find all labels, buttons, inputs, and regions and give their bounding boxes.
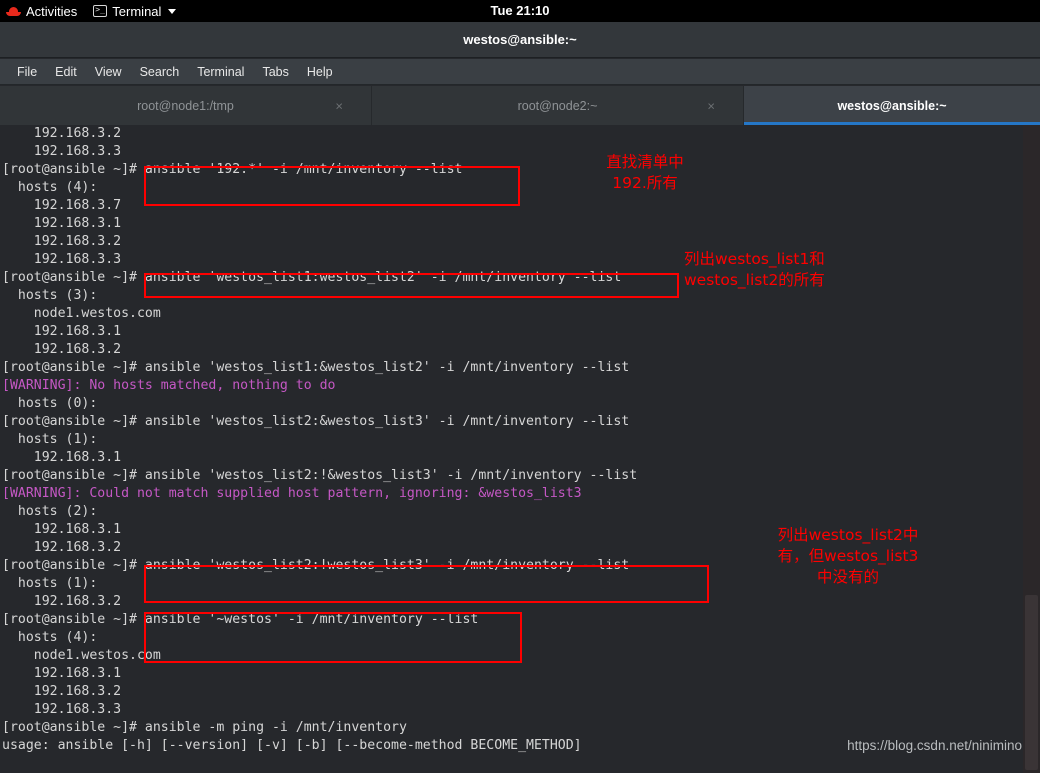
app-menu-terminal[interactable]: Terminal <box>85 0 184 22</box>
terminal-line: hosts (3): <box>2 288 98 303</box>
app-menu-label: Terminal <box>112 3 162 19</box>
menu-item-search[interactable]: Search <box>131 63 189 81</box>
terminal-line: [root@ansible ~]# ansible 'westos_list1:… <box>2 360 630 375</box>
activities-button[interactable]: Activities <box>0 0 85 22</box>
terminal-line: 192.168.3.2 <box>2 342 122 357</box>
close-icon[interactable]: × <box>335 99 343 112</box>
terminal-line: hosts (1): <box>2 432 98 447</box>
terminal-line: node1.westos.com <box>2 306 161 321</box>
note-list1-list2: 列出westos_list1和 westos_list2的所有 <box>684 250 825 289</box>
window-title: westos@ansible:~ <box>463 32 577 47</box>
menu-item-view[interactable]: View <box>86 63 131 81</box>
terminal-line: 192.168.3.2 <box>2 594 122 609</box>
terminal-line: [root@ansible ~]# ansible '~westos' -i /… <box>2 612 479 627</box>
terminal-line: 192.168.3.2 <box>2 126 122 141</box>
menu-item-file[interactable]: File <box>8 63 46 81</box>
chevron-down-icon <box>168 8 177 14</box>
terminal-line: 192.168.3.1 <box>2 450 122 465</box>
terminal-icon <box>93 4 108 17</box>
terminal-output: 192.168.3.2 192.168.3.3 [root@ansible ~]#… <box>0 125 637 755</box>
activities-label: Activities <box>26 3 78 19</box>
menu-item-terminal[interactable]: Terminal <box>188 63 253 81</box>
terminal-line: 192.168.3.7 <box>2 198 122 213</box>
terminal-line: hosts (4): <box>2 630 98 645</box>
terminal-line: hosts (2): <box>2 504 98 519</box>
terminal-line: 192.168.3.2 <box>2 234 122 249</box>
watermark: https://blog.csdn.net/ninimino <box>847 738 1022 753</box>
terminal-line: 192.168.3.1 <box>2 324 122 339</box>
terminal-line: [root@ansible ~]# ansible 'westos_list1:… <box>2 270 622 285</box>
close-icon[interactable]: × <box>707 99 715 112</box>
terminal-line: usage: ansible [-h] [--version] [-v] [-b… <box>2 738 582 753</box>
note-list2-not-list3: 列出westos_list2中 有，但westos_list3 中没有的 <box>777 526 919 586</box>
gnome-top-bar: Activities Terminal Tue 21:10 <box>0 0 1040 22</box>
terminal-line: [root@ansible ~]# ansible 'westos_list2:… <box>2 414 630 429</box>
terminal-line: [WARNING]: Could not match supplied host… <box>2 486 582 501</box>
terminal-line: hosts (1): <box>2 576 98 591</box>
tab-label: root@node2:~ <box>517 98 598 113</box>
tab-bar: root@node1:/tmp × root@node2:~ × westos@… <box>0 86 1040 125</box>
terminal-line: 192.168.3.1 <box>2 216 122 231</box>
terminal-line: 192.168.3.1 <box>2 522 122 537</box>
terminal-body[interactable]: 192.168.3.2 192.168.3.3 [root@ansible ~]#… <box>0 125 1040 773</box>
window-titlebar[interactable]: westos@ansible:~ <box>0 22 1040 58</box>
terminal-line: [root@ansible ~]# ansible 'westos_list2:… <box>2 468 638 483</box>
tab-root-node1[interactable]: root@node1:/tmp × <box>0 86 372 125</box>
terminal-line: [root@ansible ~]# ansible 'westos_list2:… <box>2 558 630 573</box>
terminal-line: 192.168.3.3 <box>2 702 122 717</box>
tab-label: root@node1:/tmp <box>137 98 234 113</box>
terminal-line: 192.168.3.1 <box>2 666 122 681</box>
menu-item-edit[interactable]: Edit <box>46 63 86 81</box>
note-find-192: 直找清单中 192.所有 <box>606 153 684 192</box>
screen: Activities Terminal Tue 21:10 westos@ans… <box>0 0 1040 773</box>
redhat-logo-icon <box>6 5 21 17</box>
terminal-line: hosts (0): <box>2 396 98 411</box>
tab-label: westos@ansible:~ <box>837 98 947 113</box>
tab-root-node2[interactable]: root@node2:~ × <box>372 86 744 125</box>
terminal-line: [WARNING]: No hosts matched, nothing to … <box>2 378 336 393</box>
terminal-line: node1.westos.com <box>2 648 161 663</box>
terminal-line: [root@ansible ~]# ansible -m ping -i /mn… <box>2 720 407 735</box>
menubar: File Edit View Search Terminal Tabs Help <box>0 59 1040 85</box>
tab-westos-ansible[interactable]: westos@ansible:~ <box>744 86 1040 125</box>
menu-item-tabs[interactable]: Tabs <box>253 63 297 81</box>
terminal-scrollbar[interactable] <box>1023 125 1040 773</box>
terminal-line: 192.168.3.2 <box>2 540 122 555</box>
terminal-line: 192.168.3.3 <box>2 252 122 267</box>
menu-item-help[interactable]: Help <box>298 63 342 81</box>
scrollbar-thumb[interactable] <box>1025 595 1038 770</box>
terminal-line: 192.168.3.2 <box>2 684 122 699</box>
